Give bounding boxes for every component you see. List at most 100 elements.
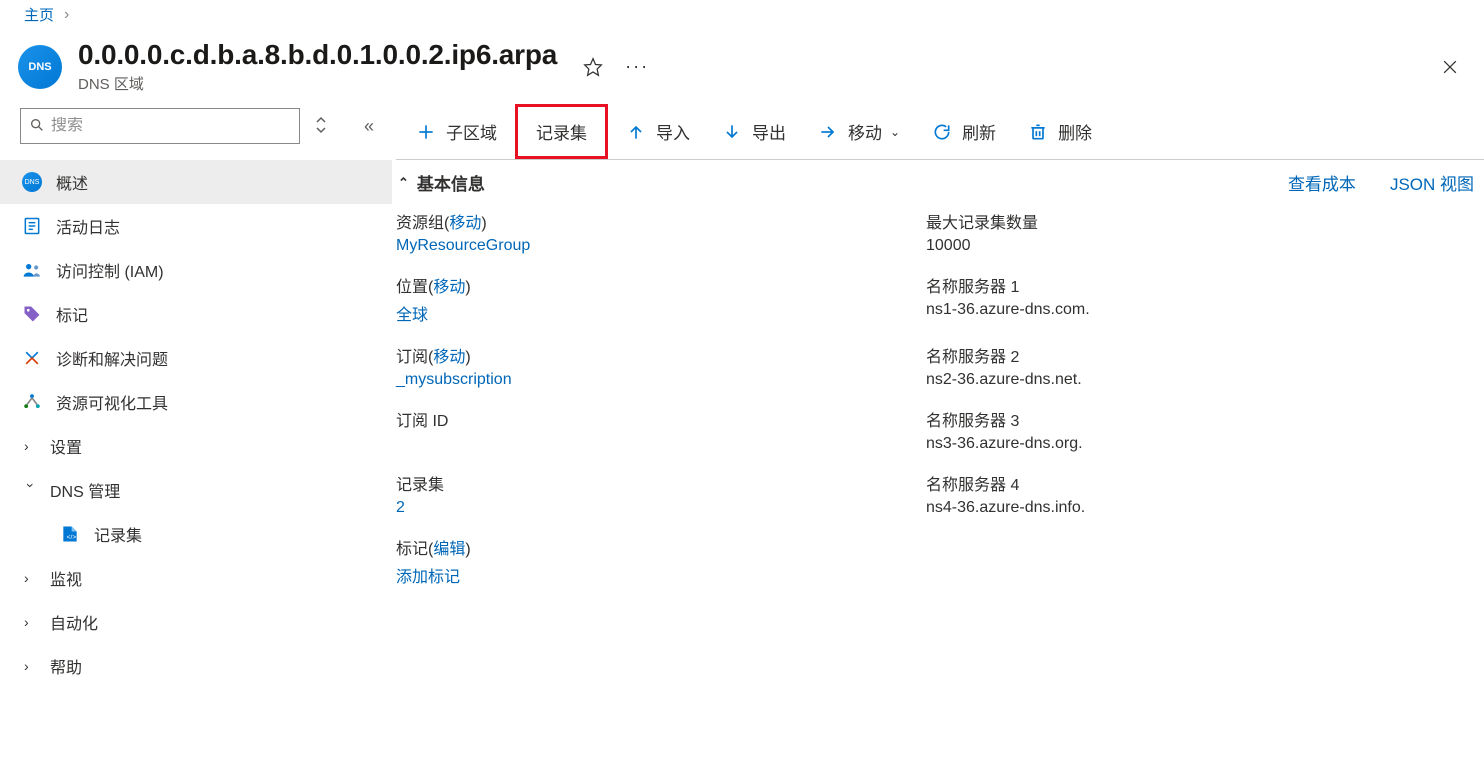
export-label: 导出 [752, 119, 786, 144]
paren: ) [465, 541, 470, 558]
breadcrumb: 主页 › [0, 0, 1484, 29]
diagnose-icon [22, 348, 42, 368]
sidebar-item-record-sets[interactable]: </> 记录集 [0, 512, 392, 556]
breadcrumb-home[interactable]: 主页 [24, 4, 54, 25]
sidebar-group-monitoring[interactable]: › 监视 [0, 556, 392, 600]
sidebar-item-label: 资源可视化工具 [56, 390, 168, 414]
more-icon[interactable]: ··· [621, 52, 653, 81]
activity-log-icon [22, 216, 42, 236]
sidebar-item-label: 诊断和解决问题 [56, 346, 168, 370]
sidebar-group-label: 设置 [50, 434, 82, 458]
sidebar-item-resource-visualizer[interactable]: 资源可视化工具 [0, 380, 392, 424]
ess-value-text: 10000 [926, 237, 1474, 255]
move-link[interactable]: 移动 [449, 215, 481, 232]
essentials-grid: 资源组(移动) MyResourceGroup 最大记录集数量 10000 位置… [396, 199, 1484, 601]
ess-label-text: 订阅 ID [396, 407, 916, 431]
sidebar-item-tags[interactable]: 标记 [0, 292, 392, 336]
child-zone-button[interactable]: 子区域 [400, 111, 513, 152]
ess-tags: 标记(编辑) 添加标记 [396, 535, 916, 601]
collapse-sidebar-icon[interactable]: « [364, 116, 374, 137]
chevron-down-icon: ⌄ [890, 125, 900, 139]
people-icon [22, 260, 42, 280]
sidebar-item-label: 活动日志 [56, 214, 120, 238]
import-button[interactable]: 导入 [610, 111, 706, 152]
add-tags-link[interactable]: 添加标记 [396, 569, 460, 586]
ess-label-text: 名称服务器 4 [926, 471, 1474, 495]
sidebar-item-diagnose[interactable]: 诊断和解决问题 [0, 336, 392, 380]
chevron-right-icon: › [24, 658, 38, 674]
sidebar-nav: DNS 概述 活动日志 访问控制 (IAM) 标记 [0, 160, 392, 688]
view-cost-link[interactable]: 查看成本 [1288, 170, 1356, 195]
location-link[interactable]: 全球 [396, 307, 428, 324]
sidebar-group-settings[interactable]: › 设置 [0, 424, 392, 468]
ess-location: 位置(移动) 全球 [396, 273, 916, 339]
ess-label-text: 位置( [396, 279, 433, 296]
chevron-up-icon: ⌃ [398, 175, 409, 191]
paren: ) [481, 215, 486, 232]
sidebar-search-box[interactable] [20, 108, 300, 144]
move-link[interactable]: 移动 [433, 279, 465, 296]
resource-visualizer-icon [22, 392, 42, 412]
ess-label-text: 名称服务器 2 [926, 343, 1474, 367]
sidebar-item-activity-log[interactable]: 活动日志 [0, 204, 392, 248]
record-set-button[interactable]: 记录集 [515, 104, 608, 159]
ess-resource-group: 资源组(移动) MyResourceGroup [396, 209, 916, 269]
dns-zone-icon: DNS [18, 45, 62, 89]
expand-collapse-icon[interactable] [314, 115, 328, 137]
chevron-down-icon: › [23, 483, 39, 497]
move-link[interactable]: 移动 [433, 349, 465, 366]
chevron-right-icon: › [24, 614, 38, 630]
search-input[interactable] [45, 117, 291, 135]
sidebar-item-label: 记录集 [94, 522, 142, 546]
sidebar-group-dns-management[interactable]: › DNS 管理 [0, 468, 392, 512]
record-sets-count-link[interactable]: 2 [396, 499, 405, 516]
ess-value-text: ns3-36.azure-dns.org. [926, 435, 1474, 453]
delete-label: 删除 [1058, 119, 1092, 144]
sidebar-item-iam[interactable]: 访问控制 (IAM) [0, 248, 392, 292]
sidebar-group-label: 自动化 [50, 610, 98, 634]
ess-record-sets: 记录集 2 [396, 471, 916, 531]
import-label: 导入 [656, 119, 690, 144]
chevron-right-icon: › [24, 570, 38, 586]
ess-ns3: 名称服务器 3 ns3-36.azure-dns.org. [926, 407, 1474, 467]
favorite-star-icon[interactable] [579, 53, 607, 81]
move-button[interactable]: 移动 ⌄ [802, 111, 916, 152]
main-content: 子区域 记录集 导入 导出 移动 ⌄ 刷新 [392, 104, 1484, 756]
page-subtitle: DNS 区域 [78, 73, 557, 94]
resource-group-link[interactable]: MyResourceGroup [396, 237, 530, 254]
subscription-link[interactable]: _mysubscription [396, 371, 512, 388]
page-title: 0.0.0.0.c.d.b.a.8.b.d.0.1.0.0.2.ip6.arpa [78, 39, 557, 71]
ess-label-text: 标记( [396, 541, 433, 558]
search-icon [29, 117, 45, 136]
essentials-header: ⌃ 基本信息 查看成本 JSON 视图 [396, 160, 1484, 199]
ess-label-text: 最大记录集数量 [926, 209, 1474, 233]
sidebar-group-label: DNS 管理 [50, 478, 120, 502]
essentials-toggle[interactable]: ⌃ 基本信息 [398, 170, 485, 195]
json-view-link[interactable]: JSON 视图 [1390, 170, 1474, 195]
sidebar-group-help[interactable]: › 帮助 [0, 644, 392, 688]
ess-value-text: ns2-36.azure-dns.net. [926, 371, 1474, 389]
edit-tags-link[interactable]: 编辑 [433, 541, 465, 558]
sidebar-search-row: « [0, 104, 392, 150]
ess-label-text: 订阅( [396, 349, 433, 366]
ess-subscription: 订阅(移动) _mysubscription [396, 343, 916, 403]
record-set-icon: </> [60, 524, 80, 544]
ess-value-text: ns1-36.azure-dns.com. [926, 301, 1474, 319]
header-actions: ··· [579, 52, 653, 81]
ess-subscription-id: 订阅 ID [396, 407, 916, 467]
ess-label-text: 名称服务器 3 [926, 407, 1474, 431]
delete-button[interactable]: 删除 [1012, 111, 1108, 152]
record-set-label: 记录集 [536, 119, 587, 144]
ess-ns4: 名称服务器 4 ns4-36.azure-dns.info. [926, 471, 1474, 531]
toolbar: 子区域 记录集 导入 导出 移动 ⌄ 刷新 [396, 104, 1484, 160]
refresh-button[interactable]: 刷新 [916, 111, 1012, 152]
sidebar-item-label: 概述 [56, 170, 88, 194]
ess-label-text: 记录集 [396, 471, 916, 495]
sidebar-item-overview[interactable]: DNS 概述 [0, 160, 392, 204]
essentials-links: 查看成本 JSON 视图 [1288, 170, 1474, 195]
dns-icon: DNS [22, 172, 42, 192]
export-button[interactable]: 导出 [706, 111, 802, 152]
close-icon[interactable] [1436, 53, 1464, 81]
sidebar-group-automation[interactable]: › 自动化 [0, 600, 392, 644]
ess-empty [926, 535, 1474, 601]
